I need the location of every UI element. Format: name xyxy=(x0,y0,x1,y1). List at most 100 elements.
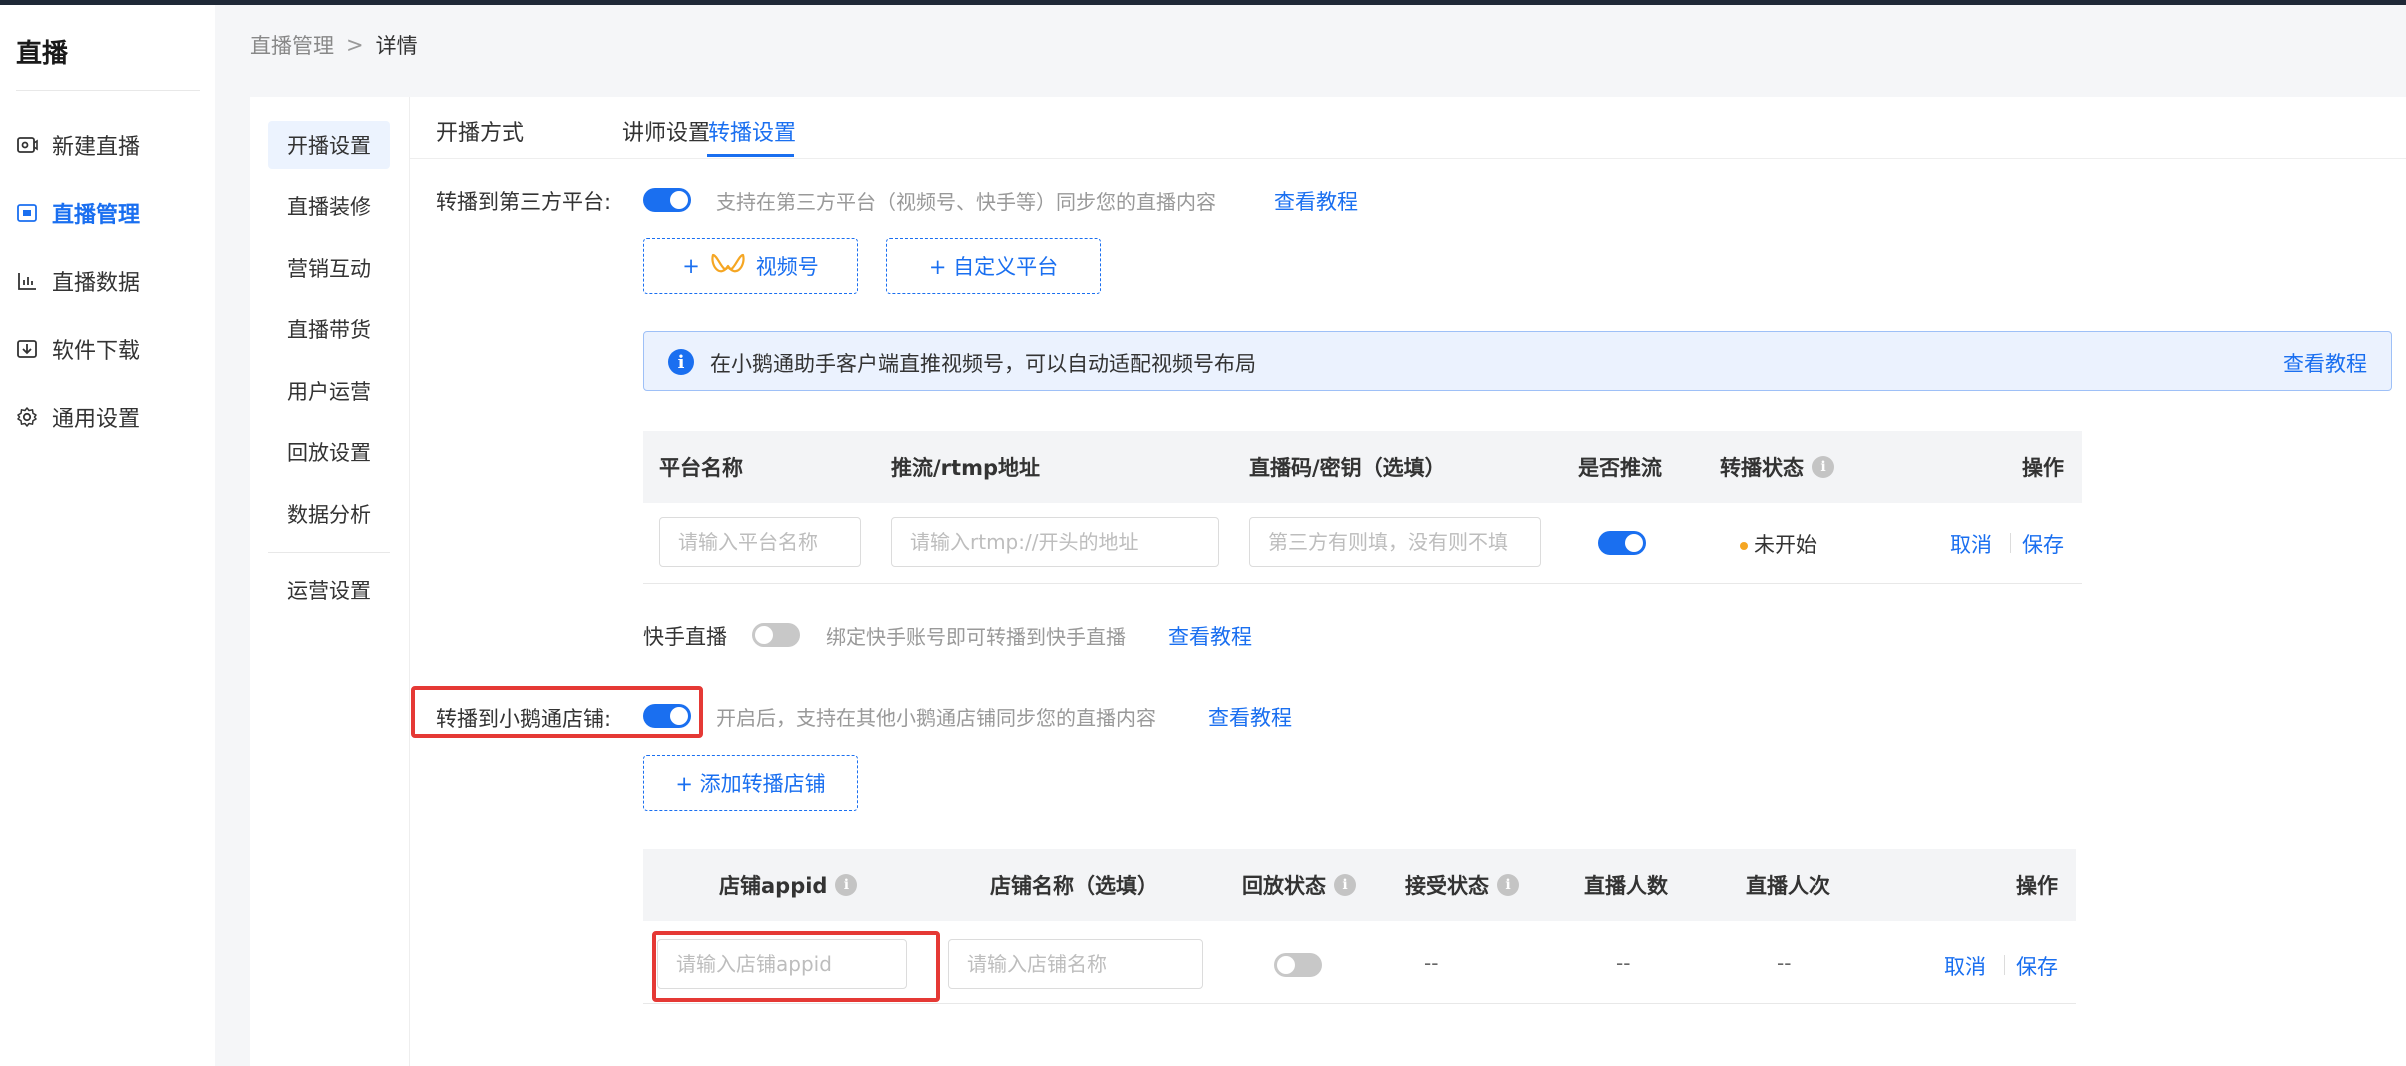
sidebar-item-download[interactable]: 软件下载 xyxy=(16,329,140,369)
kuaishou-toggle[interactable] xyxy=(752,623,800,647)
subnav-item-selling[interactable]: 直播带货 xyxy=(268,305,390,353)
new-live-icon xyxy=(16,134,38,156)
status-dot xyxy=(1740,542,1748,550)
th-store-appid-label: 店铺appid xyxy=(719,874,828,898)
info-icon: i xyxy=(668,349,694,375)
subnav-item-broadcast-settings[interactable]: 开播设置 xyxy=(268,121,390,169)
viewers-cell: -- xyxy=(1616,951,1631,975)
th-accept-status-label: 接受状态 xyxy=(1405,874,1489,898)
subnav-divider xyxy=(268,552,390,553)
main-sidebar: 直播 新建直播 直播管理 直播数据 软件下载 通用设置 xyxy=(0,5,215,1066)
breadcrumb-parent[interactable]: 直播管理 xyxy=(250,30,334,60)
th-operations: 操作 xyxy=(2022,456,2064,480)
info-circle-icon[interactable]: i xyxy=(1334,874,1356,896)
th-store-name: 店铺名称（选填） xyxy=(990,874,1158,898)
store-table-header xyxy=(643,849,2076,921)
kuaishou-tutorial-link[interactable]: 查看教程 xyxy=(1168,621,1252,651)
th-relay-status: 转播状态 i xyxy=(1720,452,1834,482)
th-store-appid: 店铺appid i xyxy=(719,870,858,900)
platform-save-link[interactable]: 保存 xyxy=(2022,529,2064,559)
th-stream-key: 直播码/密钥（选填） xyxy=(1249,456,1446,480)
subnav-item-decoration[interactable]: 直播装修 xyxy=(268,182,390,230)
relay-status-text: 未开始 xyxy=(1754,533,1817,557)
download-icon xyxy=(16,338,38,360)
relay-status-cell: 未开始 xyxy=(1740,529,1817,559)
tab-relay-settings[interactable]: 转播设置 xyxy=(708,115,796,147)
th-push-enabled: 是否推流 xyxy=(1578,456,1662,480)
store-save-link[interactable]: 保存 xyxy=(2016,951,2058,981)
store-relay-tutorial-link[interactable]: 查看教程 xyxy=(1208,702,1292,732)
breadcrumb: 直播管理 > 详情 xyxy=(250,30,418,60)
visits-cell: -- xyxy=(1777,951,1792,975)
store-cancel-link[interactable]: 取消 xyxy=(1944,951,1986,981)
th-relay-status-label: 转播状态 xyxy=(1720,456,1804,480)
stream-key-input[interactable] xyxy=(1249,517,1541,567)
subnav-item-analytics[interactable]: 数据分析 xyxy=(268,490,390,538)
add-channels-button[interactable]: + 视频号 xyxy=(643,238,858,294)
add-relay-store-button[interactable]: + 添加转播店铺 xyxy=(643,755,858,811)
sidebar-item-label: 直播数据 xyxy=(52,271,141,296)
row-divider xyxy=(643,583,2082,584)
th-rtmp-address: 推流/rtmp地址 xyxy=(891,456,1040,480)
accept-status-cell: -- xyxy=(1424,951,1439,975)
op-separator xyxy=(2004,955,2005,975)
info-text: 在小鹅通助手客户端直推视频号，可以自动适配视频号布局 xyxy=(710,352,1256,376)
main-content: 开播设置 直播装修 营销互动 直播带货 用户运营 回放设置 数据分析 运营设置 … xyxy=(250,97,2406,1066)
add-custom-platform-button[interactable]: + 自定义平台 xyxy=(886,238,1101,294)
breadcrumb-separator: > xyxy=(346,33,364,57)
sidebar-item-label: 通用设置 xyxy=(52,407,141,432)
rtmp-address-input[interactable] xyxy=(891,517,1219,567)
th-live-viewers: 直播人数 xyxy=(1584,874,1668,898)
replay-toggle[interactable] xyxy=(1274,953,1322,977)
th-replay-status-label: 回放状态 xyxy=(1242,874,1326,898)
breadcrumb-current: 详情 xyxy=(375,34,418,58)
th-store-operations: 操作 xyxy=(2016,874,2058,898)
chart-icon xyxy=(16,270,38,292)
info-circle-icon[interactable]: i xyxy=(1812,456,1834,478)
store-appid-input[interactable] xyxy=(657,939,907,989)
store-relay-toggle[interactable] xyxy=(643,704,691,728)
sidebar-item-settings[interactable]: 通用设置 xyxy=(16,397,140,437)
sub-navigation: 开播设置 直播装修 营销互动 直播带货 用户运营 回放设置 数据分析 运营设置 xyxy=(250,97,410,1066)
store-relay-label: 转播到小鹅通店铺: xyxy=(436,707,612,731)
third-party-toggle[interactable] xyxy=(643,188,691,212)
live-manage-icon xyxy=(16,202,38,224)
sidebar-item-new-live[interactable]: 新建直播 xyxy=(16,125,140,165)
th-live-visits: 直播人次 xyxy=(1746,874,1830,898)
row-divider xyxy=(643,1003,2076,1004)
push-toggle[interactable] xyxy=(1598,531,1646,555)
subnav-item-user-ops[interactable]: 用户运营 xyxy=(268,367,390,415)
kuaishou-label: 快手直播 xyxy=(643,625,727,649)
subnav-item-replay[interactable]: 回放设置 xyxy=(268,428,390,476)
plus-icon: + xyxy=(682,254,700,278)
th-platform-name: 平台名称 xyxy=(659,456,743,480)
info-circle-icon[interactable]: i xyxy=(835,874,858,896)
th-accept-status: 接受状态 i xyxy=(1405,870,1519,900)
channels-button-label: 视频号 xyxy=(755,255,819,279)
tab-bar: 开播方式 讲师设置 转播设置 xyxy=(410,97,2406,159)
platform-cancel-link[interactable]: 取消 xyxy=(1950,529,1992,559)
channels-logo-icon xyxy=(710,251,746,281)
tab-lecturer-settings[interactable]: 讲师设置 xyxy=(622,115,710,147)
th-replay-status: 回放状态 i xyxy=(1242,870,1356,900)
third-party-label: 转播到第三方平台: xyxy=(436,190,612,214)
kuaishou-desc: 绑定快手账号即可转播到快手直播 xyxy=(826,625,1126,649)
sidebar-item-label: 直播管理 xyxy=(52,203,141,228)
sidebar-item-live-data[interactable]: 直播数据 xyxy=(16,261,140,301)
subnav-item-operations[interactable]: 运营设置 xyxy=(268,566,390,614)
store-name-input[interactable] xyxy=(948,939,1203,989)
info-circle-icon[interactable]: i xyxy=(1497,874,1519,896)
gear-icon xyxy=(16,406,38,428)
store-relay-desc: 开启后，支持在其他小鹅通店铺同步您的直播内容 xyxy=(716,706,1156,730)
sidebar-item-label: 软件下载 xyxy=(52,339,141,364)
info-tutorial-link[interactable]: 查看教程 xyxy=(2283,348,2367,378)
platform-name-input[interactable] xyxy=(659,517,861,567)
third-party-tutorial-link[interactable]: 查看教程 xyxy=(1274,186,1358,216)
tab-broadcast-mode[interactable]: 开播方式 xyxy=(436,115,524,147)
third-party-desc: 支持在第三方平台（视频号、快手等）同步您的直播内容 xyxy=(716,190,1216,214)
sidebar-item-live-manage[interactable]: 直播管理 xyxy=(16,193,140,233)
sidebar-divider xyxy=(16,90,200,91)
info-banner: i 在小鹅通助手客户端直推视频号，可以自动适配视频号布局 查看教程 xyxy=(643,331,2392,391)
subnav-item-marketing[interactable]: 营销互动 xyxy=(268,244,390,292)
sidebar-title: 直播 xyxy=(16,39,69,69)
